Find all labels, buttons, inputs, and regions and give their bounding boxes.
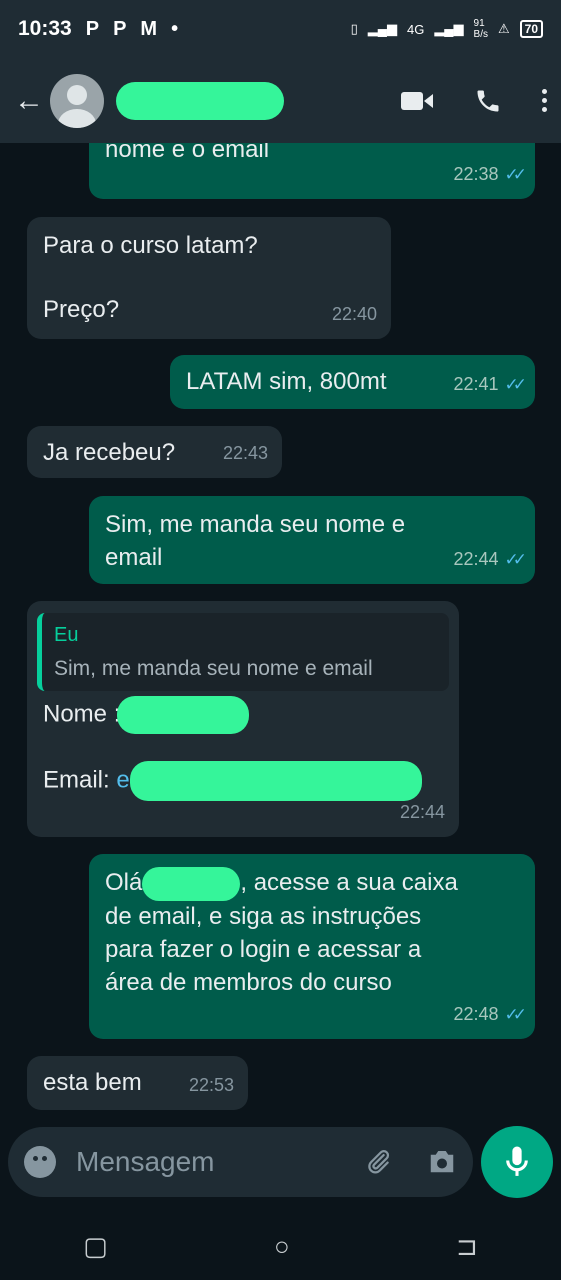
recents-icon[interactable]: ▢ bbox=[83, 1231, 108, 1262]
message-text: esta bem bbox=[43, 1069, 142, 1096]
signal-icon-2: ▂▄▆ bbox=[434, 21, 464, 36]
home-icon[interactable]: ○ bbox=[274, 1231, 290, 1262]
contact-name-redacted[interactable] bbox=[116, 81, 284, 120]
read-ticks-icon: ✓✓ bbox=[504, 375, 527, 394]
battery-icon: 70 bbox=[519, 20, 543, 38]
message-text: área de membros do curso bbox=[105, 969, 392, 996]
message-composer[interactable]: Mensagem bbox=[8, 1127, 473, 1197]
avatar[interactable] bbox=[50, 73, 104, 128]
back-nav-icon[interactable]: ⊐ bbox=[456, 1231, 478, 1262]
message-time: 22:44 bbox=[399, 802, 445, 822]
status-bar: 10:33 P P M • ▯ ▂▄▆ 4G ▂▄▆ 91 B/s ⚠ 70 bbox=[0, 0, 561, 58]
more-vert-icon[interactable] bbox=[542, 89, 547, 112]
alert-icon: ⚠ bbox=[497, 21, 510, 36]
gmail-icon: M bbox=[140, 17, 158, 40]
net-speed: 91 B/s bbox=[473, 18, 488, 40]
message-text: Sim, me manda seu nome e bbox=[105, 511, 406, 538]
message-text: Olá bbox=[105, 869, 143, 896]
message-text: para fazer o login e acessar a bbox=[105, 936, 422, 963]
redacted-name bbox=[117, 696, 250, 734]
app-icon-p1: P bbox=[85, 17, 100, 40]
message-text: Email: bbox=[43, 766, 117, 794]
microphone-icon bbox=[506, 1146, 528, 1176]
message-text: LATAM sim, 800mt bbox=[186, 368, 387, 395]
message-time: 22:44 bbox=[453, 549, 499, 569]
message-time: 22:43 bbox=[222, 443, 268, 463]
message-input[interactable]: Mensagem bbox=[76, 1146, 215, 1178]
message-bubble[interactable]: nome e o email 22:38 ✓✓ bbox=[89, 143, 535, 199]
message-time: 22:53 bbox=[188, 1075, 234, 1095]
read-ticks-icon: ✓✓ bbox=[504, 165, 527, 184]
quoted-reply[interactable]: Eu Sim, me manda seu nome e email bbox=[37, 613, 449, 691]
app-icon-p2: P bbox=[113, 17, 127, 40]
message-bubble[interactable]: LATAM sim, 800mt 22:41 ✓✓ bbox=[170, 355, 535, 409]
message-time: 22:41 bbox=[453, 374, 499, 394]
message-text: Para o curso latam? bbox=[43, 232, 258, 259]
read-ticks-icon: ✓✓ bbox=[504, 1005, 527, 1024]
message-text: email bbox=[105, 544, 163, 571]
message-time: 22:40 bbox=[331, 304, 377, 324]
redacted-name bbox=[142, 866, 241, 901]
network-type: 4G bbox=[406, 21, 425, 37]
emoji-icon[interactable] bbox=[24, 1146, 56, 1178]
message-text: de email, e siga as instruções bbox=[105, 903, 422, 930]
message-text: nome e o email bbox=[105, 143, 270, 163]
redacted-email bbox=[129, 761, 422, 801]
message-bubble[interactable]: Olá , acesse a sua caixa de email, e siga… bbox=[89, 854, 535, 1039]
reply-author: Eu bbox=[54, 624, 79, 646]
message-bubble[interactable]: Ja recebeu? 22:43 bbox=[27, 426, 282, 478]
reply-text: Sim, me manda seu nome e email bbox=[54, 657, 373, 680]
notification-icons: P P M • bbox=[86, 18, 178, 41]
arrow-back-icon[interactable]: ← bbox=[14, 84, 44, 118]
chat-area[interactable]: nome e o email 22:38 ✓✓ Para o curso lata… bbox=[0, 143, 561, 1128]
message-text: , acesse a sua caixa bbox=[240, 869, 458, 896]
system-icons: ▯ ▂▄▆ 4G ▂▄▆ 91 B/s ⚠ 70 bbox=[351, 18, 543, 40]
attach-icon[interactable] bbox=[363, 1147, 393, 1177]
message-text: Nome : bbox=[43, 700, 128, 728]
message-bubble[interactable]: Eu Sim, me manda seu nome e email Nome :… bbox=[27, 601, 459, 837]
read-ticks-icon: ✓✓ bbox=[504, 550, 527, 569]
mic-button[interactable] bbox=[481, 1126, 553, 1198]
clock: 10:33 bbox=[18, 17, 72, 40]
message-bubble[interactable]: Para o curso latam? Preço? 22:40 bbox=[27, 217, 391, 339]
video-call-icon[interactable] bbox=[400, 89, 434, 113]
chat-header: ← bbox=[0, 58, 561, 143]
message-bubble[interactable]: esta bem 22:53 bbox=[27, 1056, 248, 1110]
signal-icon: ▂▄▆ bbox=[367, 21, 397, 36]
message-text: Preço? bbox=[43, 296, 120, 323]
phone-call-icon[interactable] bbox=[474, 87, 502, 115]
message-time: 22:48 bbox=[453, 1004, 499, 1024]
vibrate-icon: ▯ bbox=[350, 21, 358, 36]
email-link[interactable]: e bbox=[116, 766, 129, 793]
system-nav-bar: ▢ ○ ⊐ bbox=[0, 1212, 561, 1280]
message-time: 22:38 bbox=[453, 164, 499, 184]
message-text: Ja recebeu? bbox=[43, 439, 176, 466]
message-bubble[interactable]: Sim, me manda seu nome e email 22:44 ✓✓ bbox=[89, 496, 535, 584]
more-notifications-dot: • bbox=[171, 17, 179, 40]
camera-icon[interactable] bbox=[427, 1147, 457, 1175]
